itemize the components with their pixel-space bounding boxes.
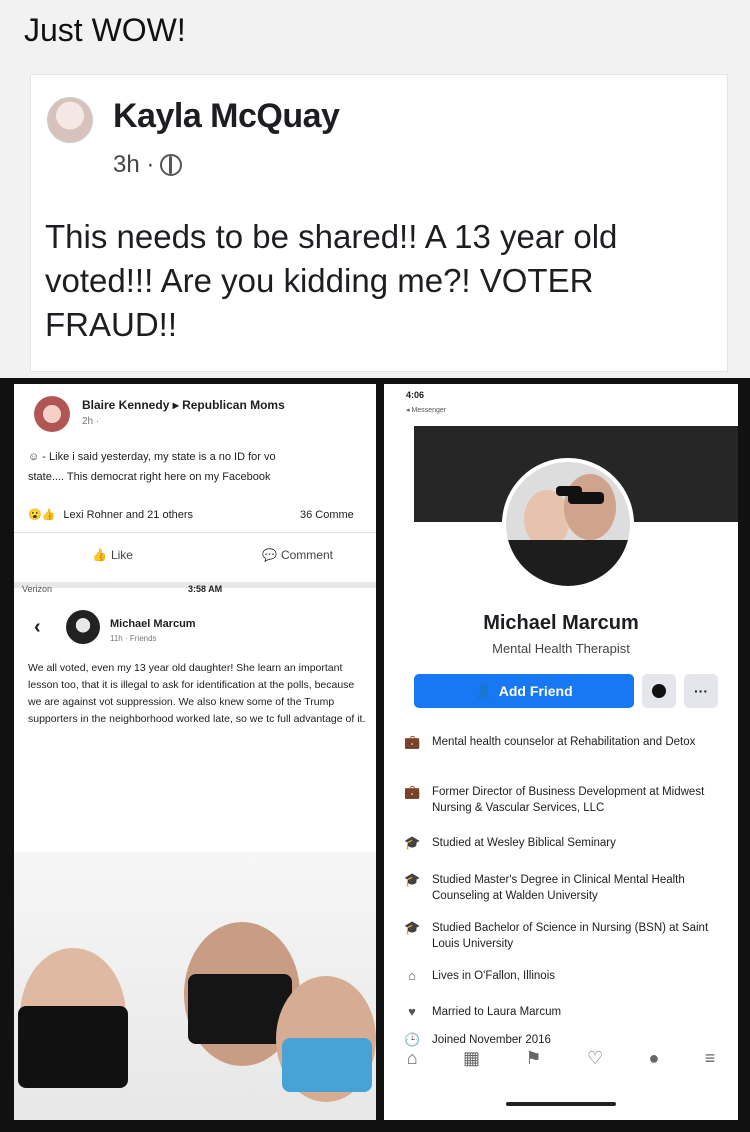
status-time: 3:58 AM bbox=[188, 584, 223, 594]
messenger-button[interactable] bbox=[642, 674, 676, 708]
group-name: Republican Moms bbox=[182, 398, 285, 412]
comment-label: Comment bbox=[280, 548, 333, 562]
post-header: Blaire Kennedy ▸ Republican Moms bbox=[82, 398, 285, 412]
reactions-row: 😮👍 Lexi Rohner and 21 others bbox=[28, 506, 193, 524]
info-item: 🎓 Studied Bachelor of Science in Nursing… bbox=[404, 920, 709, 950]
michael-post-text: We all voted, even my 13 year old daught… bbox=[28, 662, 366, 725]
home-nav-icon[interactable]: ⌂ bbox=[407, 1048, 418, 1069]
home-indicator bbox=[506, 1102, 616, 1106]
info-item: 💼 Mental health counselor at Rehabilitat… bbox=[404, 734, 696, 749]
marketplace-nav-icon[interactable]: ▦ bbox=[463, 1048, 480, 1069]
michael-avatar bbox=[66, 610, 100, 644]
left-screenshot: Blaire Kennedy ▸ Republican Moms 2h · ☺ … bbox=[14, 384, 376, 1120]
blaire-name: Blaire Kennedy bbox=[82, 398, 170, 412]
comments-count: 36 Comme bbox=[300, 509, 354, 521]
more-button[interactable]: ··· bbox=[684, 674, 718, 708]
michael-name: Michael Marcum bbox=[110, 618, 196, 630]
like-label: Like bbox=[110, 548, 133, 562]
heart-nav-icon[interactable]: ♡ bbox=[587, 1048, 603, 1069]
messenger-label: ◂ Messenger bbox=[406, 407, 447, 414]
post-card: Kayla McQuay 3h · This needs to be share… bbox=[30, 74, 728, 372]
left-post-line1: ☺ - Like i said yesterday, my state is a… bbox=[28, 451, 276, 463]
briefcase-icon: 💼 bbox=[404, 734, 421, 749]
family-photo bbox=[14, 852, 376, 1120]
thumbs-up-icon: 👍 bbox=[92, 548, 107, 562]
group-arrow-icon: ▸ bbox=[172, 398, 179, 412]
post-author[interactable]: Kayla McQuay bbox=[113, 97, 340, 136]
post-time: 3h · bbox=[113, 151, 155, 178]
add-friend-icon: 👤 bbox=[475, 682, 493, 699]
add-friend-button[interactable]: 👤 Add Friend bbox=[414, 674, 634, 708]
back-icon[interactable]: ‹ bbox=[34, 616, 41, 639]
post-text: This needs to be shared!! A 13 year old … bbox=[45, 218, 618, 343]
graduation-icon: 🎓 bbox=[404, 920, 421, 935]
profile-photo[interactable] bbox=[502, 458, 634, 590]
add-friend-label: Add Friend bbox=[498, 683, 573, 699]
home-icon: ⌂ bbox=[408, 968, 416, 983]
briefcase-icon: 💼 bbox=[404, 784, 421, 799]
left-post-line2: state.... This democrat right here on my… bbox=[28, 471, 271, 483]
notifications-nav-icon[interactable]: ● bbox=[649, 1048, 660, 1069]
reaction-icons: 😮👍 bbox=[28, 509, 56, 521]
profile-name: Michael Marcum bbox=[483, 612, 639, 634]
like-button[interactable]: 👍 Like bbox=[92, 548, 133, 562]
post-time-left: 2h · bbox=[82, 416, 100, 427]
comment-icon: 💬 bbox=[262, 548, 277, 562]
author-avatar[interactable] bbox=[47, 97, 93, 143]
michael-sub: 11h · Friends bbox=[110, 634, 157, 643]
info-item: ⌂ Lives in O'Fallon, Illinois bbox=[404, 968, 724, 984]
bottom-nav: ⌂ ▦ ⚑ ♡ ● ≡ bbox=[384, 1038, 738, 1078]
right-screenshot: 4:06 ◂ Messenger Michael Marcum Mental H… bbox=[384, 384, 738, 1120]
profile-title: Mental Health Therapist bbox=[492, 641, 630, 656]
info-item: 🎓 Studied Master's Degree in Clinical Me… bbox=[404, 872, 685, 902]
info-item: 💼 Former Director of Business Developmen… bbox=[404, 784, 705, 814]
heart-icon: ♥ bbox=[408, 1004, 416, 1019]
emoji-icon: ☺ bbox=[28, 451, 40, 463]
facebook-post-screenshot: Blaire Kennedy ▸ Republican Moms 2h · ☺ … bbox=[14, 384, 376, 588]
blaire-avatar bbox=[34, 396, 70, 432]
flag-nav-icon[interactable]: ⚑ bbox=[525, 1048, 541, 1069]
graduation-icon: 🎓 bbox=[404, 835, 421, 850]
right-time: 4:06 bbox=[406, 390, 425, 400]
info-item: ♥ Married to Laura Marcum bbox=[404, 1004, 724, 1020]
comment-button[interactable]: 💬 Comment bbox=[262, 548, 333, 562]
reactions-text: Lexi Rohner and 21 others bbox=[63, 509, 194, 521]
blue-mask bbox=[282, 1038, 372, 1092]
menu-nav-icon[interactable]: ≡ bbox=[705, 1048, 716, 1069]
graduation-icon: 🎓 bbox=[404, 872, 421, 887]
black-mask bbox=[18, 1006, 128, 1088]
messenger-icon bbox=[652, 684, 666, 698]
info-item: 🎓 Studied at Wesley Biblical Seminary bbox=[404, 835, 616, 850]
post-meta: 3h · bbox=[113, 151, 183, 179]
globe-icon bbox=[160, 154, 183, 176]
status-carrier: Verizon bbox=[22, 584, 53, 594]
divider bbox=[14, 532, 376, 533]
caption: Just WOW! bbox=[24, 12, 186, 48]
